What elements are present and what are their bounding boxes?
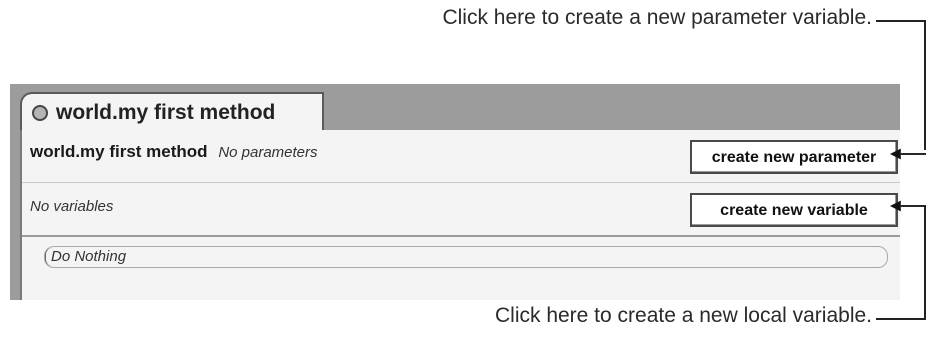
- do-nothing-statement[interactable]: Do Nothing: [44, 246, 888, 268]
- method-panel: world.my first method No parameters crea…: [20, 130, 900, 300]
- arrow-left-icon: [890, 200, 926, 212]
- method-body[interactable]: Do Nothing: [22, 238, 900, 300]
- tab-status-circle-icon: [32, 105, 48, 121]
- method-name: world.my first method: [30, 142, 208, 161]
- callout-parameter-leader: [924, 20, 926, 150]
- create-new-parameter-button[interactable]: create new parameter: [690, 140, 898, 174]
- tab-my-first-method[interactable]: world.my first method: [20, 92, 324, 132]
- callout-variable-text: Click here to create a new local variabl…: [494, 304, 872, 327]
- callout-parameter-line: [876, 20, 926, 22]
- callout-variable-leader: [924, 206, 926, 320]
- parameters-status: No parameters: [218, 144, 318, 161]
- callout-variable-line: [876, 318, 926, 320]
- variables-row: No variables create new variable: [22, 183, 900, 237]
- method-editor: world.my first method world.my first met…: [10, 84, 900, 300]
- create-new-variable-button[interactable]: create new variable: [690, 193, 898, 227]
- method-header: world.my first method No parameters: [30, 142, 318, 162]
- parameters-row: world.my first method No parameters crea…: [22, 130, 900, 183]
- tab-title: world.my first method: [56, 101, 276, 124]
- callout-parameter-text: Click here to create a new parameter var…: [442, 6, 872, 29]
- variables-status: No variables: [30, 198, 114, 215]
- arrow-left-icon: [890, 148, 926, 160]
